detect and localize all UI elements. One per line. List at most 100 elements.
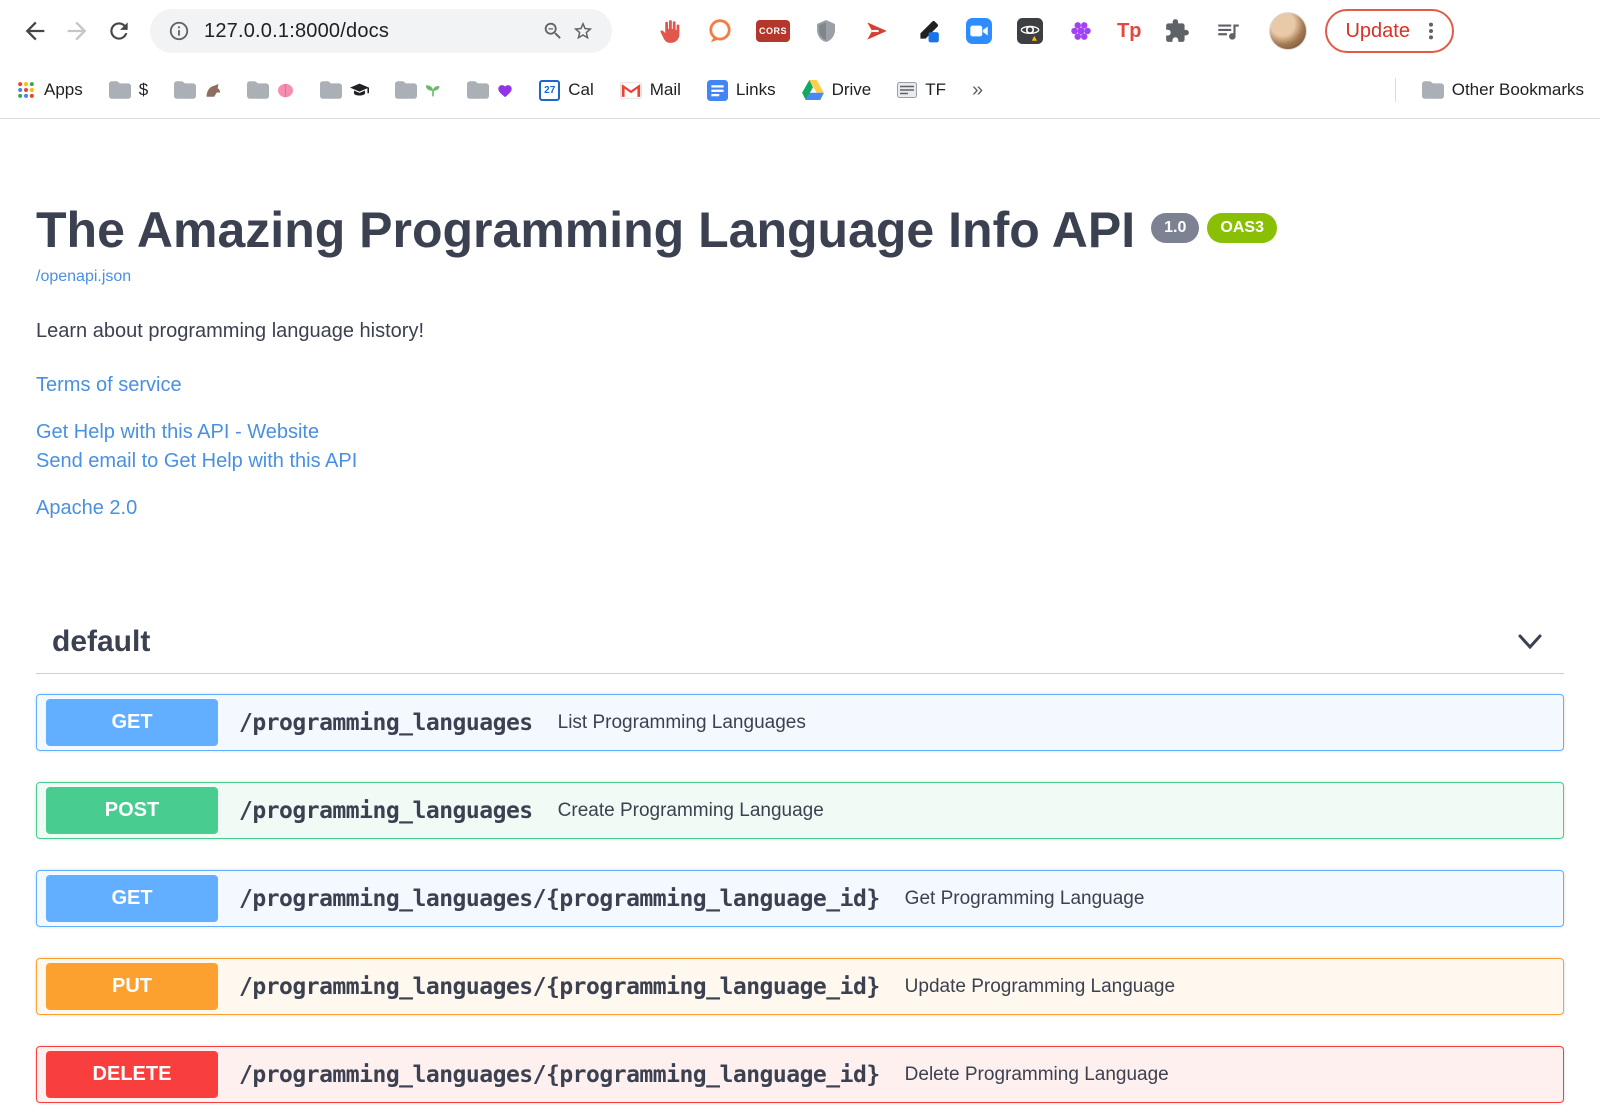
other-bookmarks-label: Other Bookmarks [1451,80,1584,99]
extensions-puzzle-icon[interactable] [1162,16,1192,46]
method-badge[interactable]: GET [46,699,218,746]
version-badge: 1.0 [1151,213,1200,243]
bookmarks-bar: Apps $ 27 Cal Mail Links Drive TF » Othe… [0,62,1600,119]
license-link[interactable]: Apache 2.0 [36,494,137,523]
shield-extension-icon[interactable] [811,16,841,46]
api-links: Terms of service Get Help with this API … [36,371,1564,523]
endpoint-summary: Get Programming Language [904,887,1145,909]
update-button[interactable]: Update [1325,9,1454,53]
bookmarks-divider [1394,78,1396,102]
endpoint-row-put-update[interactable]: PUT /programming_languages/{programming_… [36,958,1564,1015]
help-website-link[interactable]: Get Help with this API - Website [36,418,319,447]
chat-bubble-extension-icon[interactable] [705,16,735,46]
extensions-row: CORS Tp [654,16,1243,46]
site-info-icon[interactable] [164,16,194,46]
default-tag-section: default GET /programming_languages List … [36,617,1564,1103]
bookmark-folder-horse[interactable] [174,81,221,99]
atom-extension-icon[interactable] [1015,16,1045,46]
endpoint-summary: Update Programming Language [904,975,1176,997]
color-picker-extension-icon[interactable] [913,16,943,46]
drive-icon [801,80,824,100]
plant-emoji [426,85,440,97]
tf-icon [897,82,918,98]
endpoint-summary: List Programming Languages [557,711,806,733]
zoom-icon[interactable] [538,16,568,46]
title-badges: 1.0 OAS3 [1151,213,1277,243]
bookmark-mail[interactable]: Mail [619,80,681,100]
method-badge[interactable]: GET [46,875,218,922]
brain-emoji [278,83,294,97]
links-label: Links [735,80,776,99]
menu-kebab-icon[interactable] [1420,20,1442,42]
endpoint-row-get-one[interactable]: GET /programming_languages/{programming_… [36,870,1564,927]
section-title: default [52,625,151,658]
endpoint-row-delete[interactable]: DELETE /programming_languages/{programmi… [36,1046,1564,1103]
flower-extension-icon[interactable] [1066,16,1096,46]
endpoint-row-post-create[interactable]: POST /programming_languages Create Progr… [36,782,1564,839]
bookmark-folder-heart[interactable] [467,81,513,99]
bookmark-calendar[interactable]: 27 Cal [539,79,594,101]
section-header[interactable]: default [36,617,1564,674]
update-label: Update [1345,19,1410,42]
swagger-ui-page: The Amazing Programming Language Info AP… [0,119,1600,1103]
folder-icon [467,81,490,99]
folder-icon [108,81,131,99]
bookmark-links[interactable]: Links [706,79,776,101]
bookmark-star-icon[interactable] [568,16,598,46]
folder-icon [320,81,343,99]
video-camera-extension-icon[interactable] [964,16,994,46]
bookmark-folder-graduation[interactable] [320,81,370,99]
graduation-cap-emoji [350,83,370,96]
other-bookmarks[interactable]: Other Bookmarks [1421,80,1584,100]
folder-icon [1421,81,1444,99]
stop-hand-extension-icon[interactable] [654,16,684,46]
bookmark-drive[interactable]: Drive [801,80,872,100]
bookmarks-overflow-chevron[interactable]: » [972,79,983,102]
profile-avatar[interactable] [1269,12,1308,50]
reload-button[interactable] [98,10,140,52]
openapi-json-link[interactable]: /openapi.json [36,268,131,286]
bookmark-folder-brain[interactable] [247,81,294,99]
drive-label: Drive [831,80,872,99]
url-text[interactable]: 127.0.0.1:8000/docs [204,20,538,43]
apps-label: Apps [44,80,83,99]
forward-button[interactable] [56,10,98,52]
folder-icon [247,81,270,99]
page-title: The Amazing Programming Language Info AP… [36,202,1136,258]
endpoint-row-get-list[interactable]: GET /programming_languages List Programm… [36,694,1564,751]
horse-emoji [206,84,221,97]
queue-music-icon[interactable] [1213,16,1243,46]
method-badge[interactable]: PUT [46,963,218,1010]
apps-shortcut[interactable]: Apps [16,80,83,100]
oas3-badge: OAS3 [1207,213,1277,243]
api-description: Learn about programming language history… [36,320,425,342]
method-badge[interactable]: DELETE [46,1051,218,1098]
bookmark-tf[interactable]: TF [897,80,946,100]
endpoint-path: /programming_languages/{programming_lang… [239,973,880,1000]
endpoint-path: /programming_languages/{programming_lang… [239,1061,880,1088]
api-title-block: The Amazing Programming Language Info AP… [36,203,1564,258]
browser-chrome: 127.0.0.1:8000/docs CORS Tp Update Apps … [0,0,1600,119]
apps-grid-icon [18,82,34,98]
address-bar[interactable]: 127.0.0.1:8000/docs [150,9,612,53]
help-email-link[interactable]: Send email to Get Help with this API [36,447,357,476]
endpoint-summary: Delete Programming Language [904,1063,1169,1085]
browser-toolbar: 127.0.0.1:8000/docs CORS Tp Update [0,0,1600,62]
bookmark-folder-dollar[interactable]: $ [108,80,149,100]
folder-icon [174,81,197,99]
dollar-emoji: $ [138,80,149,99]
tp-extension-icon[interactable]: Tp [1117,20,1141,43]
purple-heart-emoji [498,84,512,97]
back-button[interactable] [14,10,56,52]
send-arrow-extension-icon[interactable] [862,16,892,46]
terms-of-service-link[interactable]: Terms of service [36,371,182,400]
endpoint-path: /programming_languages [239,797,533,824]
reload-icon [110,22,128,40]
endpoint-list: GET /programming_languages List Programm… [36,694,1564,1103]
cors-extension-icon[interactable]: CORS [756,20,791,42]
chevron-down-icon[interactable] [1518,634,1542,650]
bookmark-folder-plant[interactable] [395,81,441,99]
gmail-icon [619,81,642,99]
method-badge[interactable]: POST [46,787,218,834]
mail-label: Mail [649,80,681,99]
